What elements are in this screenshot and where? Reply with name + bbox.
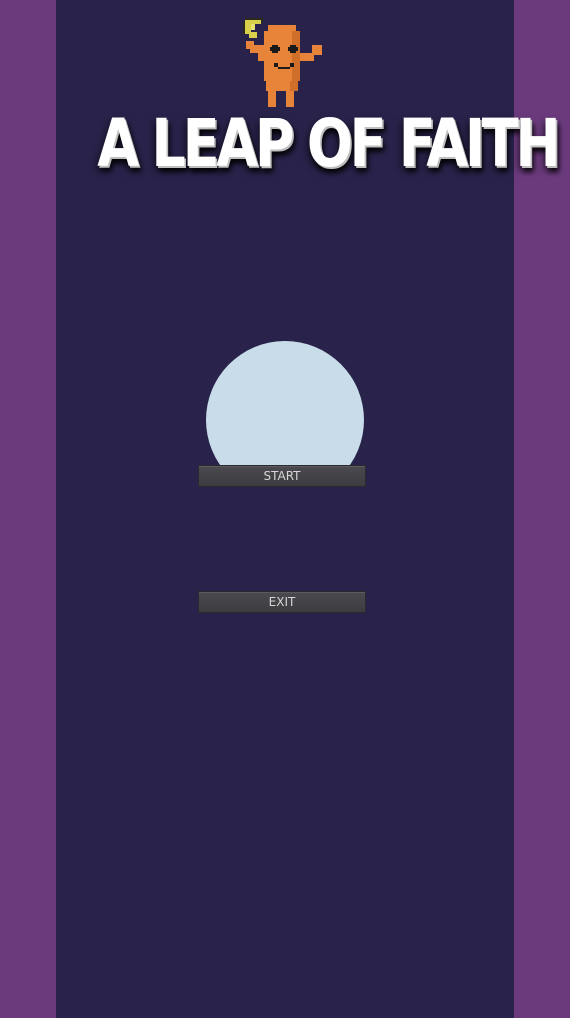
exit-button[interactable]: EXIT xyxy=(198,591,366,613)
game-screen: A LEAP OF FAITH START EXIT xyxy=(0,0,570,1018)
carrot-character-icon xyxy=(242,15,326,111)
game-title: A LEAP OF FAITH xyxy=(97,105,560,182)
start-button[interactable]: START xyxy=(198,465,366,487)
left-border xyxy=(0,0,56,1018)
